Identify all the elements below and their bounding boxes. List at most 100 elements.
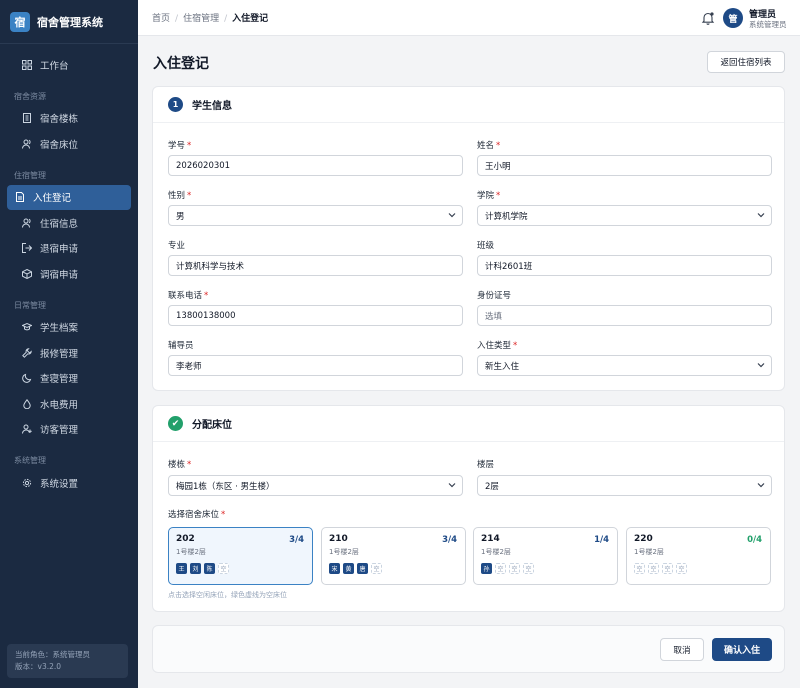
sidebar-section-system: 系统管理 (14, 456, 46, 465)
floor-label: 楼层 (477, 460, 495, 470)
sidebar-item-label: 入住登记 (33, 193, 72, 205)
chevron-down-icon (448, 213, 456, 218)
step-number-badge: 1 (168, 97, 183, 112)
bell-icon[interactable] (701, 11, 715, 25)
sidebar-section-daily: 日常管理 (14, 300, 46, 310)
room-card-202[interactable]: 202 3/4 1号楼2层 王 刘 陈 空 (168, 527, 313, 585)
cube-icon (22, 268, 32, 279)
sidebar-item-visitors[interactable]: 访客管理 (7, 417, 131, 443)
sidebar-item-label: 查寝管理 (40, 374, 79, 386)
bed-slot-occupied: 陈 (204, 563, 215, 574)
sidebar-item-label: 住宿信息 (40, 218, 79, 230)
bed-slot-occupied: 刘 (190, 563, 201, 574)
phone-field[interactable]: 13800138000 (168, 305, 463, 326)
bed-slot-empty[interactable]: 空 (523, 563, 534, 574)
building-select[interactable]: 梅园1栋（东区 · 男生楼） (168, 475, 463, 496)
sidebar-item-students[interactable]: 学生档案 (7, 315, 131, 341)
sidebar-section-stay: 住宿管理 (14, 170, 46, 180)
version-line: 版本：v3.2.0 (15, 662, 62, 671)
avatar[interactable]: 管 (723, 8, 743, 28)
check-circle-icon: ✔ (168, 416, 183, 431)
sidebar-item-label: 访客管理 (40, 425, 79, 437)
room-occupancy: 1/4 (594, 535, 609, 545)
sidebar-item-label: 水电费用 (40, 399, 79, 411)
bed-slot-empty[interactable]: 空 (495, 563, 506, 574)
sidebar-item-label: 宿舍床位 (40, 139, 79, 151)
bed-slot-empty[interactable]: 空 (648, 563, 659, 574)
tutor-field[interactable]: 李老师 (168, 355, 463, 376)
sidebar-item-buildings[interactable]: 宿舍楼栋 (7, 106, 131, 132)
room-occupancy: 3/4 (289, 535, 304, 545)
sidebar-item-label: 工作台 (40, 60, 69, 72)
sidebar-item-label: 宿舍楼栋 (40, 114, 79, 126)
breadcrumb: 首页 / 住宿管理 / 入住登记 (152, 11, 268, 24)
room-location: 1号楼2层 (481, 548, 511, 556)
class-field[interactable]: 计科2601班 (477, 255, 772, 276)
required-mark: * (187, 141, 192, 151)
user-plus-icon (22, 424, 32, 434)
sidebar-item-dashboard[interactable]: 工作台 (7, 52, 131, 78)
idcard-label: 身份证号 (477, 291, 512, 301)
bed-slot-empty[interactable]: 空 (662, 563, 673, 574)
confirm-checkin-button[interactable]: 确认入住 (712, 638, 772, 661)
moon-icon (22, 373, 32, 384)
room-number: 220 (634, 534, 653, 544)
name-field[interactable]: 王小明 (477, 155, 772, 176)
room-card-214[interactable]: 214 1/4 1号楼2层 孙 空 空 空 (473, 527, 618, 585)
sidebar-item-transfer[interactable]: 调宿申请 (7, 261, 131, 287)
sidebar-item-inspection[interactable]: 查寝管理 (7, 366, 131, 392)
bed-slot-occupied: 唐 (357, 563, 368, 574)
chevron-down-icon (757, 363, 765, 368)
bed-slot-empty[interactable]: 空 (509, 563, 520, 574)
student-id-field[interactable]: 2026020301 (168, 155, 463, 176)
bed-slots: 孙 空 空 空 (481, 563, 610, 574)
floor-select[interactable]: 2层 (477, 475, 772, 496)
bed-slot-occupied: 宋 (329, 563, 340, 574)
sidebar: 宿 宿舍管理系统 工作台 宿舍资源 宿舍楼栋 宿舍床位 住宿管理 入住登记 住宿… (0, 0, 138, 688)
bed-allocation-card: ✔ 分配床位 楼栋 * 梅园1栋（东区 · 男生楼） 楼层 2层 选择宿舍床位 * … (152, 405, 785, 612)
idcard-field[interactable]: 选填 (477, 305, 772, 326)
gender-select[interactable]: 男 (168, 205, 463, 226)
bed-slot-empty[interactable]: 空 (676, 563, 687, 574)
breadcrumb-stay[interactable]: 住宿管理 (183, 14, 219, 24)
droplet-icon (22, 398, 32, 409)
student-id-label: 学号 * (168, 141, 192, 151)
sidebar-item-checkout[interactable]: 退宿申请 (7, 236, 131, 262)
room-location: 1号楼2层 (176, 548, 206, 556)
gender-label: 性别 * (168, 191, 192, 201)
app-logo[interactable]: 宿 宿舍管理系统 (0, 0, 138, 44)
cancel-button[interactable]: 取消 (660, 638, 704, 661)
grid-icon (22, 59, 32, 70)
major-field[interactable]: 计算机科学与技术 (168, 255, 463, 276)
room-number: 210 (329, 534, 348, 544)
section-title: 分配床位 (192, 420, 232, 431)
sidebar-item-label: 系统设置 (40, 478, 79, 490)
sidebar-item-beds[interactable]: 宿舍床位 (7, 131, 131, 157)
sidebar-item-label: 学生档案 (40, 323, 79, 335)
top-bar: 首页 / 住宿管理 / 入住登记 管 管理员 系统管理员 (138, 0, 800, 36)
room-number: 202 (176, 534, 195, 544)
checkin-type-select[interactable]: 新生入住 (477, 355, 772, 376)
breadcrumb-home[interactable]: 首页 (152, 14, 170, 24)
required-mark: * (221, 510, 226, 520)
phone-label: 联系电话 * (168, 291, 209, 301)
sidebar-item-settings[interactable]: 系统设置 (7, 470, 131, 496)
back-to-list-button[interactable]: 返回住宿列表 (707, 51, 785, 73)
room-location: 1号楼2层 (634, 548, 664, 556)
sidebar-item-repairs[interactable]: 报修管理 (7, 340, 131, 366)
section-title: 学生信息 (192, 101, 232, 112)
bed-slot-empty[interactable]: 空 (634, 563, 645, 574)
chevron-down-icon (757, 213, 765, 218)
room-card-210[interactable]: 210 3/4 1号楼2层 宋 黄 唐 空 (321, 527, 466, 585)
breadcrumb-current: 入住登记 (232, 14, 269, 24)
sidebar-item-stay-info[interactable]: 住宿信息 (7, 210, 131, 236)
sidebar-item-utilities[interactable]: 水电费用 (7, 391, 131, 417)
bed-slot-empty[interactable]: 空 (218, 563, 229, 574)
bed-slot-empty[interactable]: 空 (371, 563, 382, 574)
room-card-220[interactable]: 220 0/4 1号楼2层 空 空 空 空 (626, 527, 771, 585)
required-mark: * (496, 141, 501, 151)
room-occupancy: 3/4 (442, 535, 457, 545)
sidebar-item-checkin[interactable]: 入住登记 (7, 184, 131, 210)
college-select[interactable]: 计算机学院 (477, 205, 772, 226)
graduation-cap-icon (22, 322, 32, 332)
